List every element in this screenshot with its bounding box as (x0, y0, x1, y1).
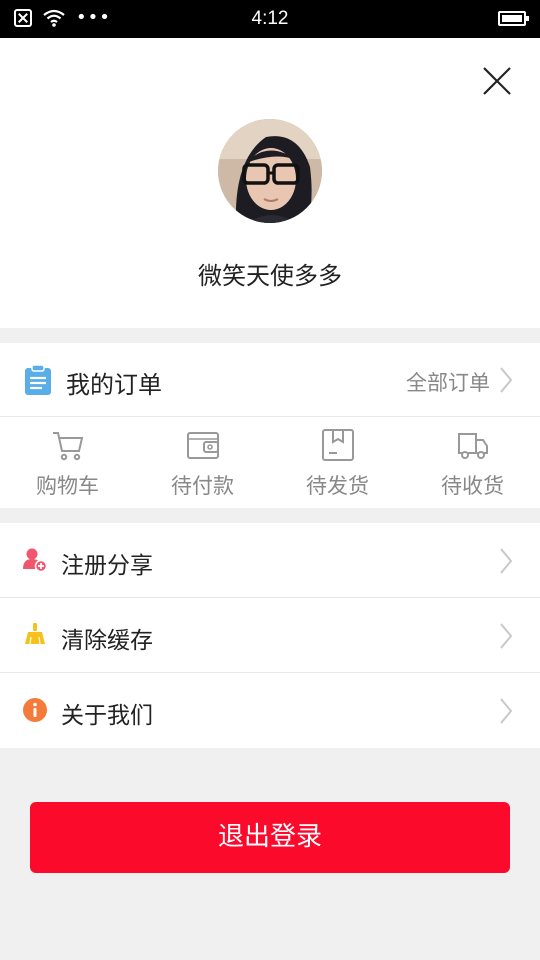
clock: 4:12 (251, 8, 289, 29)
menu-label-clear-cache: 清除缓存 (61, 628, 153, 654)
my-orders-row[interactable]: 我的订单 全部订单 (0, 343, 540, 417)
status-pending-shipment-label: 待发货 (306, 474, 369, 498)
all-orders-link[interactable]: 全部订单 (406, 367, 490, 397)
box-icon (321, 429, 354, 461)
status-cart-label: 购物车 (36, 474, 99, 498)
wallet-icon (186, 432, 219, 459)
menu-label-about-us: 关于我们 (61, 703, 153, 729)
status-pending-payment-label: 待付款 (171, 474, 234, 498)
profile-header: 微笑天使多多 (0, 38, 540, 328)
info-icon (23, 698, 47, 722)
truck-icon (457, 433, 488, 459)
status-pending-receipt-label: 待收货 (441, 474, 504, 498)
orders-section: 我的订单 全部订单 购物车 待付款 待发货 待收货 (0, 343, 540, 508)
broom-icon (25, 623, 45, 645)
username: 微笑天使多多 (198, 262, 342, 290)
avatar-photo (218, 119, 322, 223)
menu-item-register-share[interactable]: 注册分享 (0, 523, 540, 598)
menu-label-register-share: 注册分享 (61, 553, 153, 579)
settings-menu: 注册分享 清除缓存 关于我们 (0, 523, 540, 748)
clipboard-icon (25, 364, 51, 395)
close-button[interactable] (479, 63, 515, 99)
logout-button[interactable]: 退出登录 (30, 802, 510, 873)
chevron-right-icon (500, 548, 513, 574)
menu-item-clear-cache[interactable]: 清除缓存 (0, 598, 540, 673)
status-pending-receipt[interactable]: 待收货 (405, 418, 540, 508)
status-bar: ••• 4:12 (0, 0, 540, 38)
close-icon (483, 67, 511, 95)
user-add-icon (23, 548, 48, 573)
chevron-right-icon (500, 623, 513, 649)
my-orders-title: 我的订单 (66, 371, 162, 399)
menu-item-about-us[interactable]: 关于我们 (0, 673, 540, 748)
chevron-right-icon (500, 698, 513, 724)
status-pending-payment[interactable]: 待付款 (135, 418, 270, 508)
status-cart[interactable]: 购物车 (0, 418, 135, 508)
order-status-row: 购物车 待付款 待发货 待收货 (0, 418, 540, 508)
battery-icon (498, 11, 529, 26)
avatar[interactable] (218, 119, 322, 223)
cart-icon (52, 432, 83, 461)
status-pending-shipment[interactable]: 待发货 (270, 418, 405, 508)
chevron-right-icon (500, 367, 513, 393)
